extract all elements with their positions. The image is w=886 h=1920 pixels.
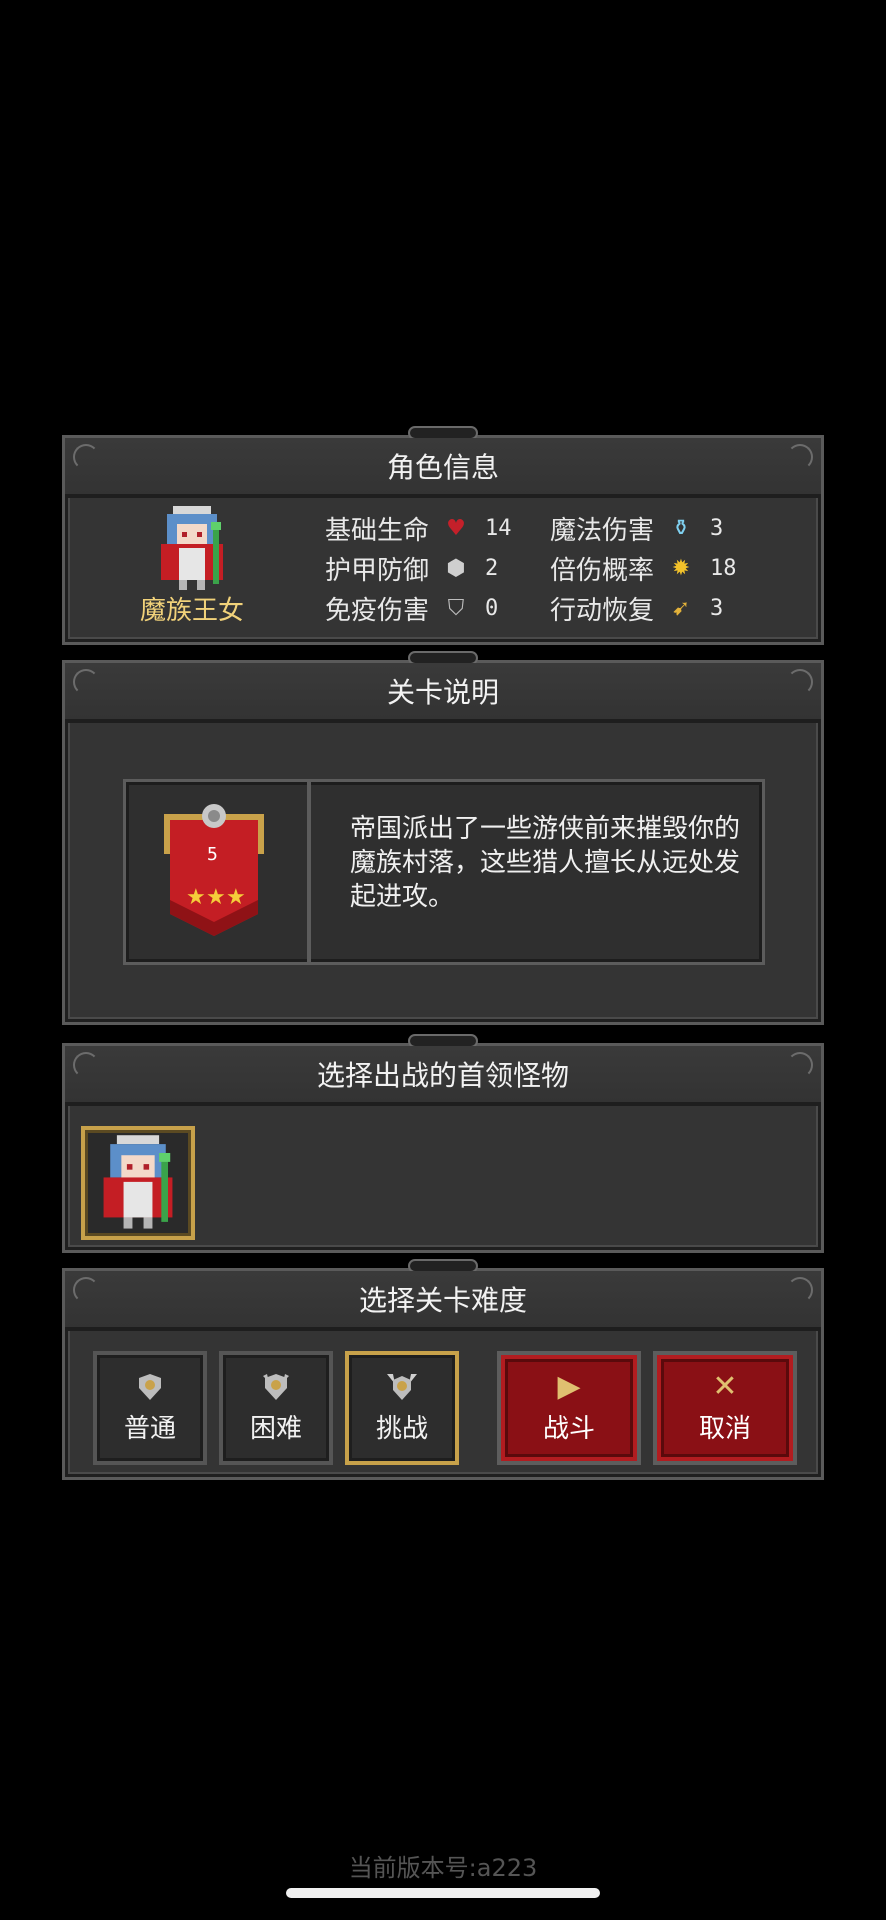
crit-star-icon: ✹ xyxy=(671,555,691,581)
stat-armor-defense: 护甲防御 ⬢ 2 xyxy=(325,555,499,586)
stat-immunity: 免疫伤害 ⛉ 0 xyxy=(325,595,499,626)
boss-select-panel: 选择出战的首领怪物 xyxy=(62,1034,824,1253)
stage-emblem-cell: ★ ★ ★ 5 xyxy=(126,782,311,962)
boss-portrait xyxy=(103,1135,173,1229)
character-info-header: 角色信息 xyxy=(65,438,821,498)
stat-base-health: 基础生命 ♥ 14 xyxy=(325,515,512,546)
fight-button[interactable]: ▶ 战斗 xyxy=(497,1351,641,1465)
stage-banner-icon: ★ ★ ★ xyxy=(164,804,264,936)
stage-info-header: 关卡说明 xyxy=(65,663,821,723)
stat-crit-chance: 倍伤概率 ✹ 18 xyxy=(550,555,737,586)
difficulty-hard-button[interactable]: 困难 xyxy=(219,1351,333,1465)
armor-shield-icon: ⬢ xyxy=(446,555,466,581)
difficulty-header: 选择关卡难度 xyxy=(65,1271,821,1331)
difficulty-challenge-button[interactable]: 挑战 xyxy=(345,1351,459,1465)
cancel-button[interactable]: ✕ 取消 xyxy=(653,1351,797,1465)
stage-detail-box: ★ ★ ★ 5 帝国派出了一些游侠前来摧毁你的魔族村落，这些猎人擅长从远处发起进… xyxy=(123,779,765,965)
close-icon: ✕ xyxy=(712,1368,738,1404)
boss-select-header: 选择出战的首领怪物 xyxy=(65,1046,821,1106)
action-recover-icon: ➹ xyxy=(671,595,691,621)
stat-action-recovery: 行动恢复 ➹ 3 xyxy=(550,595,724,626)
character-name: 魔族王女 xyxy=(139,596,244,626)
stage-description: 帝国派出了一些游侠前来摧毁你的魔族村落，这些猎人擅长从远处发起进攻。 xyxy=(350,814,741,912)
difficulty-normal-button[interactable]: 普通 xyxy=(93,1351,207,1465)
character-info-panel: 角色信息 魔族王女 基础生命 ♥ 14 魔法伤害 ⚱ 3 护甲防御 ⬢ 2 倍伤… xyxy=(62,426,824,645)
svg-text:★: ★ xyxy=(206,885,226,910)
home-indicator[interactable] xyxy=(286,1888,600,1898)
difficulty-hard-icon xyxy=(263,1373,289,1400)
difficulty-normal-icon xyxy=(139,1373,161,1400)
stats-grid: 基础生命 ♥ 14 魔法伤害 ⚱ 3 护甲防御 ⬢ 2 倍伤概率 ✹ 18 免疫… xyxy=(325,508,795,628)
stage-info-panel: 关卡说明 ★ ★ ★ 5 帝国派出了一些游侠前来摧毁你的魔族村落，这些猎人擅长从… xyxy=(62,651,824,1025)
difficulty-panel: 选择关卡难度 普通 困难 挑战 ▶ 战斗 ✕ 取消 xyxy=(62,1259,824,1480)
svg-text:★: ★ xyxy=(186,885,206,910)
heart-icon: ♥ xyxy=(446,515,466,541)
version-label: 当前版本号:a223 xyxy=(348,1854,538,1882)
stage-level: 5 xyxy=(207,844,218,865)
character-portrait xyxy=(161,506,223,590)
svg-text:★: ★ xyxy=(226,885,246,910)
difficulty-challenge-icon xyxy=(387,1373,417,1400)
magic-potion-icon: ⚱ xyxy=(671,515,691,541)
immunity-shield-icon: ⛉ xyxy=(447,595,465,621)
boss-slot[interactable] xyxy=(81,1126,195,1240)
play-icon: ▶ xyxy=(557,1368,581,1404)
stat-magic-damage: 魔法伤害 ⚱ 3 xyxy=(550,515,724,546)
